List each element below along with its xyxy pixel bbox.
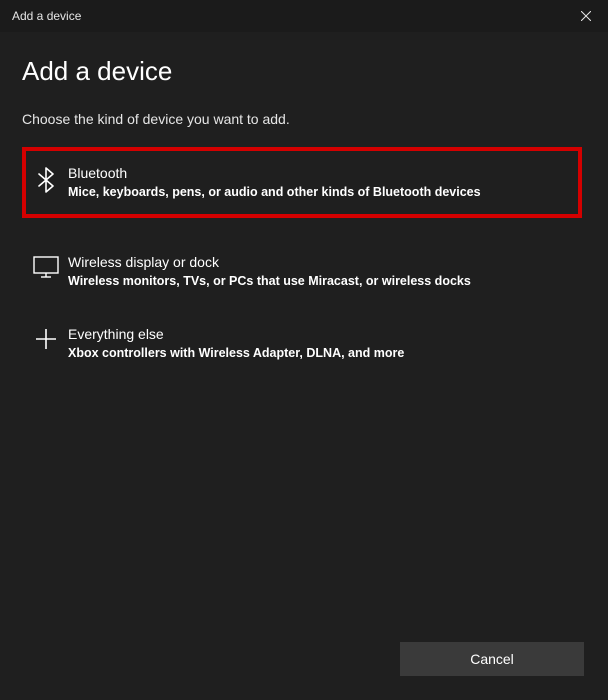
option-bluetooth-body: Bluetooth Mice, keyboards, pens, or audi… (66, 165, 574, 200)
bluetooth-icon (26, 165, 66, 193)
option-wireless-desc: Wireless monitors, TVs, or PCs that use … (68, 273, 574, 289)
page-title: Add a device (22, 56, 586, 87)
option-bluetooth-desc: Mice, keyboards, pens, or audio and othe… (68, 184, 574, 200)
option-wireless-title: Wireless display or dock (68, 254, 574, 270)
dialog-content: Add a device Choose the kind of device y… (0, 32, 608, 379)
option-everything-desc: Xbox controllers with Wireless Adapter, … (68, 345, 574, 361)
option-wireless-body: Wireless display or dock Wireless monito… (66, 254, 574, 289)
titlebar: Add a device (0, 0, 608, 32)
option-wireless-display[interactable]: Wireless display or dock Wireless monito… (22, 236, 582, 307)
close-button[interactable] (563, 0, 608, 32)
spacer (22, 218, 586, 236)
option-everything-body: Everything else Xbox controllers with Wi… (66, 326, 574, 361)
titlebar-title: Add a device (12, 9, 81, 23)
cancel-button[interactable]: Cancel (400, 642, 584, 676)
dialog-footer: Cancel (400, 642, 584, 676)
device-options: Bluetooth Mice, keyboards, pens, or audi… (22, 147, 586, 379)
close-icon (581, 11, 591, 21)
option-bluetooth[interactable]: Bluetooth Mice, keyboards, pens, or audi… (22, 147, 582, 218)
monitor-icon (26, 254, 66, 278)
plus-icon (26, 326, 66, 350)
option-bluetooth-title: Bluetooth (68, 165, 574, 181)
option-everything-title: Everything else (68, 326, 574, 342)
option-everything-else[interactable]: Everything else Xbox controllers with Wi… (22, 308, 582, 379)
page-subtitle: Choose the kind of device you want to ad… (22, 111, 586, 127)
